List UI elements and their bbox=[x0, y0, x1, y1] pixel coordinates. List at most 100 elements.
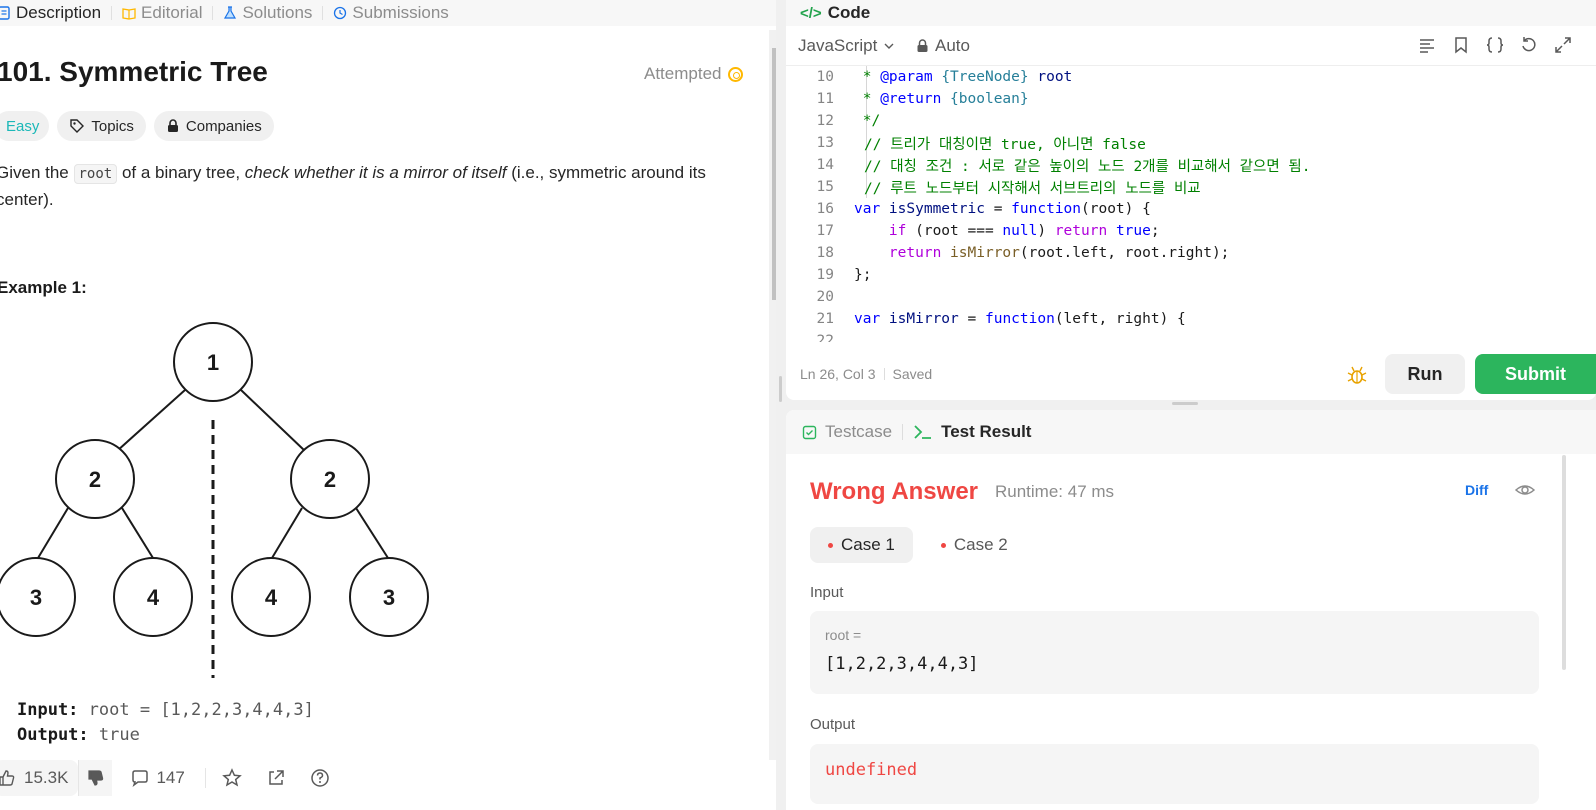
line-number: 16 bbox=[816, 201, 834, 217]
reset-icon[interactable] bbox=[1520, 36, 1538, 54]
code-line: 20 bbox=[786, 286, 1596, 308]
line-number: 21 bbox=[816, 311, 834, 327]
line-number: 11 bbox=[816, 91, 834, 107]
comments-button[interactable]: 147 bbox=[130, 768, 185, 788]
tree-node: 3 bbox=[383, 585, 395, 610]
code-panel: </> Code JavaScript Auto 10 * @param {Tr… bbox=[786, 0, 1596, 400]
lock-icon bbox=[167, 119, 178, 132]
tab-solutions-label: Solutions bbox=[242, 3, 313, 22]
code-line: 15 // 루트 노드부터 시작해서 서브트리의 노드를 비교 bbox=[786, 176, 1596, 198]
tab-editorial[interactable]: Editorial bbox=[112, 0, 212, 26]
problem-tabbar: Description Editorial Solutions Submissi… bbox=[0, 0, 776, 26]
code-text: * @param {TreeNode} root bbox=[854, 69, 1073, 85]
code-line: 14 // 대칭 조건 : 서로 같은 높이의 노드 2개를 비교해서 같으면 … bbox=[786, 154, 1596, 176]
input-value: root = [1,2,2,3,4,4,3] bbox=[88, 700, 314, 720]
companies-label: Companies bbox=[185, 117, 262, 135]
auto-mode[interactable]: Auto bbox=[916, 36, 970, 56]
leetcode-workspace: Description Editorial Solutions Submissi… bbox=[0, 0, 1596, 810]
line-number: 17 bbox=[816, 223, 834, 239]
tab-test-result[interactable]: Test Result bbox=[913, 422, 1031, 442]
bookmark-icon[interactable] bbox=[1452, 36, 1470, 54]
attempted-label: Attempted bbox=[644, 64, 722, 83]
line-number: 15 bbox=[816, 179, 834, 195]
checkbox-icon bbox=[802, 425, 817, 439]
result-scrollbar[interactable] bbox=[1562, 455, 1566, 670]
code-header: </> Code bbox=[786, 0, 1596, 26]
tab-test-result-label: Test Result bbox=[941, 422, 1032, 441]
dislike-button[interactable] bbox=[78, 760, 113, 796]
problem-title: 101. Symmetric Tree bbox=[0, 56, 268, 87]
submit-button[interactable]: Submit bbox=[1475, 354, 1596, 394]
problem-footer: 15.3K 147 bbox=[0, 758, 776, 798]
companies-chip[interactable]: Companies bbox=[153, 111, 274, 141]
like-button[interactable]: 15.3K bbox=[0, 760, 79, 796]
code-line: 11 * @return {boolean} bbox=[786, 88, 1596, 110]
thumbs-up-icon bbox=[0, 770, 15, 786]
param-name: root = bbox=[825, 627, 862, 643]
share-icon[interactable] bbox=[266, 768, 286, 788]
case-tabs: Case 1 Case 2 bbox=[810, 527, 1026, 563]
line-number: 10 bbox=[816, 69, 834, 85]
code-text: // 루트 노드부터 시작해서 서브트리의 노드를 비교 bbox=[864, 180, 1201, 197]
tab-submissions[interactable]: Submissions bbox=[323, 0, 458, 26]
example-output: Output: true bbox=[17, 723, 314, 748]
tree-node: 4 bbox=[265, 585, 278, 610]
attempted-icon bbox=[727, 66, 743, 82]
code-line: 12 */ bbox=[786, 110, 1596, 132]
description-emphasis: check whether it is a mirror of itself bbox=[244, 163, 507, 182]
expand-icon[interactable] bbox=[1554, 36, 1572, 54]
case-label: Case 2 bbox=[953, 535, 1008, 554]
example-io: Input: root = [1,2,2,3,4,4,3] Output: tr… bbox=[17, 698, 314, 748]
inline-code-root: root bbox=[73, 164, 118, 184]
attempted-status: Attempted bbox=[644, 64, 743, 84]
verdict: Wrong Answer bbox=[810, 478, 979, 505]
input-label: Input bbox=[810, 584, 844, 601]
comment-icon bbox=[132, 770, 149, 788]
tab-solutions[interactable]: Solutions bbox=[213, 0, 322, 26]
terminal-icon bbox=[914, 425, 932, 439]
tab-testcase[interactable]: Testcase bbox=[802, 422, 892, 442]
input-label: Input: bbox=[17, 700, 79, 720]
language-select[interactable]: JavaScript bbox=[798, 36, 895, 56]
example-title: Example 1: bbox=[0, 278, 87, 297]
problem-description: Given the root of a binary tree, check w… bbox=[0, 160, 736, 213]
format-icon[interactable] bbox=[1418, 36, 1436, 54]
footer-separator bbox=[204, 768, 206, 788]
output-value: true bbox=[98, 725, 140, 745]
output-value: undefined bbox=[825, 760, 918, 780]
topics-chip[interactable]: Topics bbox=[57, 111, 146, 141]
scroll-up-arrow[interactable]: ▲ bbox=[773, 34, 776, 44]
tab-separator bbox=[902, 424, 904, 440]
code-line: 22 bbox=[786, 330, 1596, 342]
code-icon: </> bbox=[800, 4, 822, 22]
code-editor[interactable]: 10 * @param {TreeNode} root 11 * @return… bbox=[786, 66, 1596, 342]
braces-icon[interactable] bbox=[1486, 36, 1504, 54]
code-text: return isMirror(root.left, root.right); bbox=[854, 245, 1230, 261]
code-header-label: Code bbox=[827, 3, 871, 22]
topics-label: Topics bbox=[91, 117, 134, 135]
run-button[interactable]: Run bbox=[1385, 354, 1465, 394]
runtime: Runtime: 47 ms bbox=[995, 482, 1115, 501]
tree-node: 2 bbox=[324, 467, 336, 492]
tab-description[interactable]: Description bbox=[0, 0, 111, 26]
code-line: 19 }; bbox=[786, 264, 1596, 286]
like-count: 15.3K bbox=[24, 768, 69, 787]
problem-tags: Easy Topics Companies bbox=[0, 111, 274, 141]
code-line: 13 // 트리가 대칭이면 true, 아니면 false bbox=[786, 132, 1596, 154]
thumbs-down-icon bbox=[88, 770, 104, 786]
case-tab-1[interactable]: Case 1 bbox=[810, 527, 913, 563]
panel-resize-handle[interactable] bbox=[1172, 402, 1198, 405]
case-tab-2[interactable]: Case 2 bbox=[923, 527, 1026, 563]
description-text: Given the bbox=[0, 163, 74, 182]
flask-icon bbox=[224, 6, 237, 19]
scrollbar-thumb[interactable] bbox=[772, 48, 776, 300]
line-number: 20 bbox=[816, 289, 834, 305]
star-icon[interactable] bbox=[221, 768, 242, 788]
help-icon[interactable] bbox=[310, 768, 330, 788]
scroll-down-arrow[interactable]: ▼ bbox=[773, 737, 776, 747]
debug-icon[interactable] bbox=[1346, 364, 1368, 386]
panel-resize-handle[interactable] bbox=[779, 376, 782, 402]
diff-button[interactable]: Diff bbox=[1465, 482, 1488, 498]
eye-icon[interactable] bbox=[1515, 480, 1535, 500]
language-label: JavaScript bbox=[798, 36, 878, 55]
